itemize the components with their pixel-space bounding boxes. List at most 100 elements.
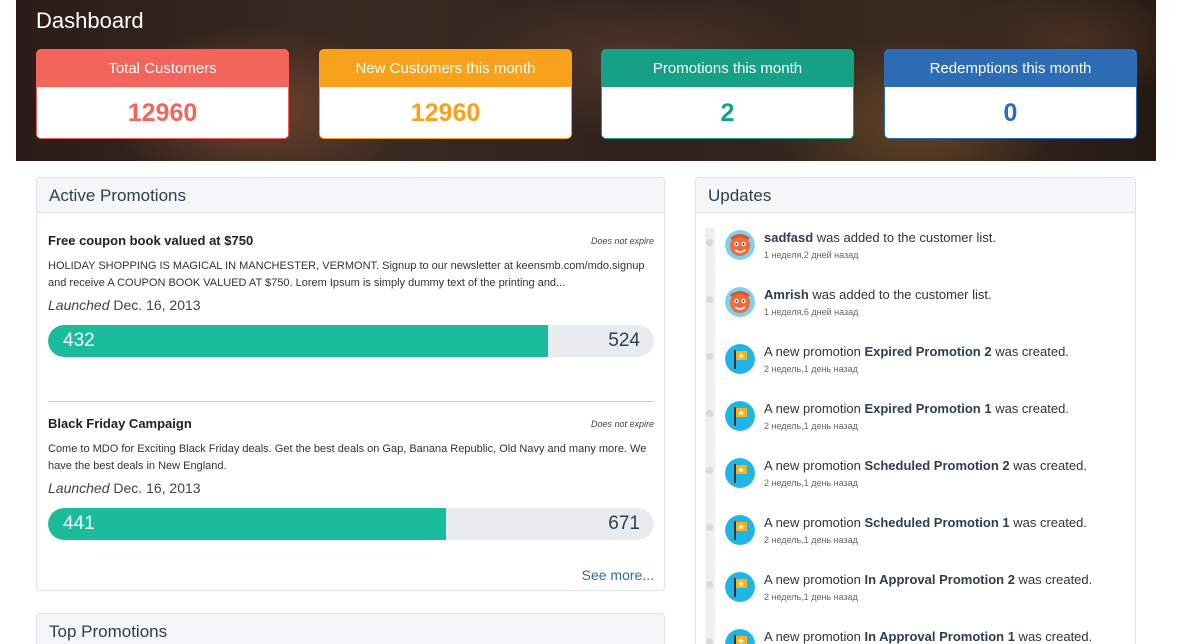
- update-subject-link[interactable]: Amrish: [764, 287, 809, 302]
- progress-total: 671: [608, 513, 640, 534]
- update-item: A new promotion In Approval Promotion 2 …: [706, 572, 1126, 612]
- update-text-pre: A new promotion: [764, 458, 865, 473]
- update-subject-link[interactable]: Expired Promotion 2: [864, 344, 991, 359]
- updates-panel: Updates sadfasd was added to the custome…: [695, 177, 1136, 644]
- stat-value: 0: [1003, 99, 1018, 127]
- update-text-post: was created.: [991, 344, 1069, 359]
- update-text-post: was created.: [1014, 572, 1093, 587]
- promotion-item[interactable]: Free coupon book valued at $750 Does not…: [48, 233, 654, 357]
- update-timestamp: 2 недель,1 день назад: [764, 421, 858, 431]
- update-subject-link[interactable]: Scheduled Promotion 1: [864, 515, 1009, 530]
- launched-date: Dec. 16, 2013: [113, 480, 201, 496]
- promotion-expiry: Does not expire: [590, 419, 654, 429]
- launched-date: Dec. 16, 2013: [113, 297, 201, 313]
- stat-value: 12960: [127, 99, 198, 127]
- update-text-pre: A new promotion: [764, 344, 865, 359]
- divider: [48, 401, 654, 402]
- promotion-description: HOLIDAY SHOPPING IS MAGICAL IN MANCHESTE…: [48, 260, 645, 289]
- stat-value: 12960: [410, 99, 481, 127]
- promotion-flag-icon: [725, 344, 755, 374]
- dashboard-hero: Dashboard Total Customers 12960 New Cust…: [16, 0, 1156, 161]
- promotion-title[interactable]: Free coupon book valued at $750: [48, 233, 654, 248]
- timeline-dot: [706, 296, 713, 303]
- panel-title: Top Promotions: [37, 614, 664, 644]
- page-title: Dashboard: [36, 8, 144, 33]
- update-subject-link[interactable]: sadfasd: [764, 230, 813, 245]
- see-more-link[interactable]: See more...: [582, 567, 654, 583]
- stat-label: Promotions this month: [602, 50, 853, 87]
- update-timestamp: 2 недель,1 день назад: [764, 478, 858, 488]
- stat-card-redemptions[interactable]: Redemptions this month 0: [884, 49, 1137, 139]
- progress-current: 441: [63, 513, 95, 534]
- update-subject-link[interactable]: Expired Promotion 1: [864, 401, 991, 416]
- panel-title: Active Promotions: [37, 178, 664, 213]
- update-text-post: was added to the customer list.: [808, 287, 992, 302]
- promotion-expiry: Does not expire: [590, 236, 654, 246]
- update-item: A new promotion Scheduled Promotion 1 wa…: [706, 515, 1126, 555]
- update-timestamp: 1 неделя,6 дней назад: [764, 307, 859, 317]
- timeline-dot: [706, 638, 713, 644]
- update-timestamp: 2 недель,1 день назад: [764, 592, 858, 602]
- update-text-post: was created.: [991, 401, 1069, 416]
- customer-avatar-icon: [725, 287, 755, 317]
- promotion-launch: Launched Dec. 16, 2013: [48, 480, 654, 496]
- stat-card-promotions[interactable]: Promotions this month 2: [601, 49, 854, 139]
- update-text: A new promotion Expired Promotion 1 was …: [764, 401, 1069, 416]
- promotion-item[interactable]: Black Friday Campaign Does not expire Co…: [48, 416, 654, 540]
- timeline-dot: [706, 581, 713, 588]
- update-timestamp: 2 недель,1 день назад: [764, 535, 858, 545]
- update-text: A new promotion Scheduled Promotion 1 wa…: [764, 515, 1087, 530]
- timeline-dot: [706, 353, 713, 360]
- promotion-flag-icon: [725, 458, 755, 488]
- update-text-pre: A new promotion: [764, 515, 865, 530]
- update-text: sadfasd was added to the customer list.: [764, 230, 996, 245]
- update-text-pre: A new promotion: [764, 629, 865, 644]
- update-text: A new promotion In Approval Promotion 1 …: [764, 629, 1092, 644]
- panel-title: Updates: [696, 178, 1135, 213]
- customer-avatar-icon: [725, 230, 755, 260]
- update-text-pre: A new promotion: [764, 401, 865, 416]
- promotion-flag-icon: [725, 572, 755, 602]
- redemption-progress-bar: 441 671: [48, 508, 654, 540]
- update-text: Amrish was added to the customer list.: [764, 287, 992, 302]
- update-timestamp: 2 недель,1 день назад: [764, 364, 858, 374]
- promotion-flag-icon: [725, 515, 755, 545]
- timeline-dot: [706, 524, 713, 531]
- update-text-post: was created.: [1009, 458, 1087, 473]
- update-item: A new promotion Scheduled Promotion 2 wa…: [706, 458, 1126, 498]
- stat-card-total-customers[interactable]: Total Customers 12960: [36, 49, 289, 139]
- update-item: Amrish was added to the customer list. 1 …: [706, 287, 1126, 327]
- update-text: A new promotion Scheduled Promotion 2 wa…: [764, 458, 1087, 473]
- progress-current: 432: [63, 330, 95, 351]
- update-text-post: was created.: [1014, 629, 1093, 644]
- promotion-title[interactable]: Black Friday Campaign: [48, 416, 654, 431]
- update-timestamp: 1 неделя,2 дней назад: [764, 250, 859, 260]
- update-subject-link[interactable]: Scheduled Promotion 2: [864, 458, 1009, 473]
- promotion-description: Come to MDO for Exciting Black Friday de…: [48, 443, 647, 472]
- stat-label: Total Customers: [37, 50, 288, 87]
- stat-card-new-customers[interactable]: New Customers this month 12960: [319, 49, 572, 139]
- promotion-launch: Launched Dec. 16, 2013: [48, 297, 654, 313]
- update-text-post: was added to the customer list.: [813, 230, 996, 245]
- update-subject-link[interactable]: In Approval Promotion 2: [864, 572, 1014, 587]
- stat-label: Redemptions this month: [885, 50, 1136, 87]
- update-item: A new promotion Expired Promotion 1 was …: [706, 401, 1126, 441]
- promotion-flag-icon: [725, 401, 755, 431]
- update-text-post: was created.: [1009, 515, 1087, 530]
- stat-label: New Customers this month: [320, 50, 571, 87]
- promotion-flag-icon: [725, 629, 755, 644]
- timeline-dot: [706, 467, 713, 474]
- update-text-pre: A new promotion: [764, 572, 865, 587]
- update-item: sadfasd was added to the customer list. 1…: [706, 230, 1126, 270]
- launched-label: Launched: [48, 297, 110, 313]
- update-item: A new promotion Expired Promotion 2 was …: [706, 344, 1126, 384]
- timeline-dot: [706, 410, 713, 417]
- timeline-dot: [706, 239, 713, 246]
- update-subject-link[interactable]: In Approval Promotion 1: [864, 629, 1014, 644]
- update-text: A new promotion Expired Promotion 2 was …: [764, 344, 1069, 359]
- launched-label: Launched: [48, 480, 110, 496]
- progress-fill: [48, 325, 548, 357]
- update-item: A new promotion In Approval Promotion 1 …: [706, 629, 1126, 644]
- active-promotions-panel: Active Promotions Free coupon book value…: [36, 177, 665, 591]
- progress-total: 524: [608, 330, 640, 351]
